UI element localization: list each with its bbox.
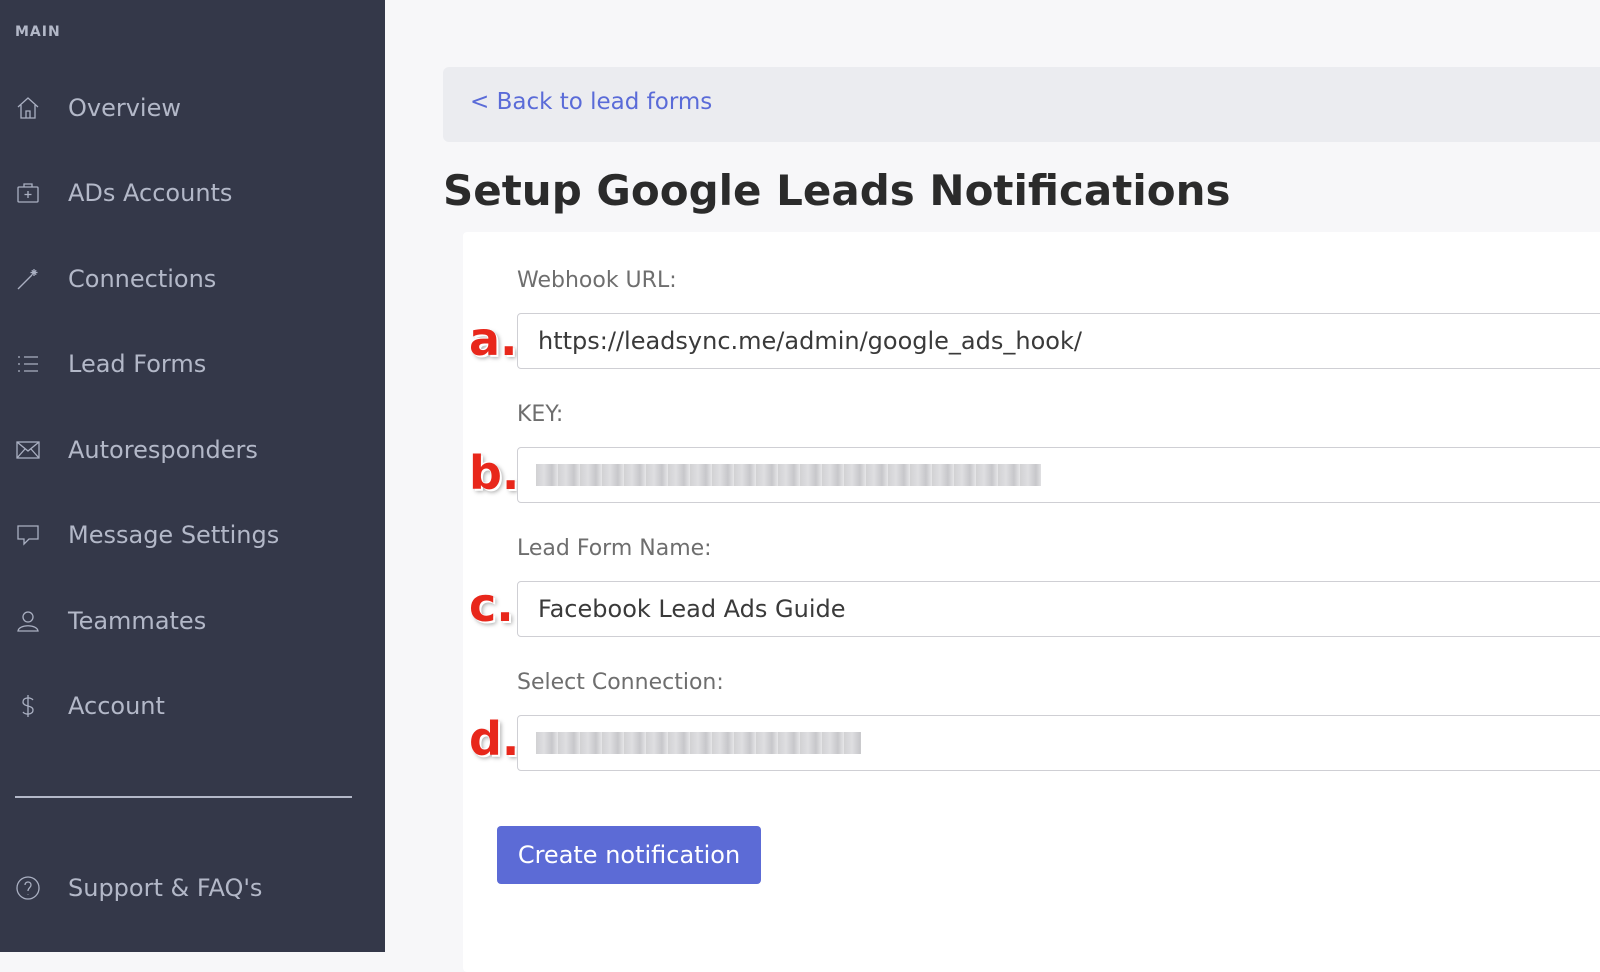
lead-form-name-label: Lead Form Name: <box>517 536 712 561</box>
sidebar-item-label: Autoresponders <box>68 436 258 464</box>
sidebar-item-message-settings[interactable]: Message Settings <box>0 505 385 565</box>
sidebar-item-teammates[interactable]: Teammates <box>0 591 385 651</box>
sidebar-item-support[interactable]: Support & FAQ's <box>0 858 385 918</box>
key-field[interactable] <box>517 447 1600 503</box>
page-title: Setup Google Leads Notifications <box>443 166 1231 215</box>
list-icon <box>13 349 43 379</box>
sidebar-item-label: Support & FAQ's <box>68 874 263 902</box>
main-content: < Back to lead forms Setup Google Leads … <box>385 0 1600 972</box>
redacted-text <box>536 732 861 754</box>
envelope-icon <box>13 435 43 465</box>
magic-wand-icon <box>13 264 43 294</box>
sidebar-item-lead-forms[interactable]: Lead Forms <box>0 334 385 394</box>
sidebar-item-autoresponders[interactable]: Autoresponders <box>0 420 385 480</box>
select-connection-label: Select Connection: <box>517 670 724 695</box>
sidebar-item-label: Overview <box>68 94 181 122</box>
sidebar-item-label: Lead Forms <box>68 350 207 378</box>
sidebar-item-label: Teammates <box>68 607 207 635</box>
create-notification-button[interactable]: Create notification <box>497 826 761 884</box>
question-circle-icon <box>13 873 43 903</box>
user-icon <box>13 606 43 636</box>
annotation-marker-b: b. <box>469 446 520 500</box>
sidebar-item-account[interactable]: Account <box>0 676 385 736</box>
sidebar-item-label: Account <box>68 692 165 720</box>
notification-form-card: Webhook URL: a. KEY: b. Lead Form Name: … <box>463 232 1600 972</box>
sidebar-item-connections[interactable]: Connections <box>0 249 385 309</box>
connection-select[interactable] <box>517 715 1600 771</box>
sidebar-item-overview[interactable]: Overview <box>0 78 385 138</box>
lead-form-name-field[interactable] <box>517 581 1600 637</box>
breadcrumb: < Back to lead forms <box>443 67 1600 142</box>
annotation-marker-c: c. <box>469 578 514 632</box>
key-label: KEY: <box>517 402 564 427</box>
dollar-icon <box>13 691 43 721</box>
sidebar-section-label: MAIN <box>15 24 61 40</box>
briefcase-icon <box>13 178 43 208</box>
annotation-marker-a: a. <box>469 312 518 366</box>
webhook-url-label: Webhook URL: <box>517 268 677 293</box>
home-icon <box>13 93 43 123</box>
sidebar-divider <box>15 796 352 798</box>
redacted-text <box>536 464 1041 486</box>
sidebar-item-label: ADs Accounts <box>68 179 233 207</box>
sidebar: MAIN Overview ADs Accounts Connections L… <box>0 0 385 952</box>
sidebar-item-label: Connections <box>68 265 217 293</box>
sidebar-item-ads-accounts[interactable]: ADs Accounts <box>0 163 385 223</box>
chat-icon <box>13 520 43 550</box>
back-to-lead-forms-link[interactable]: < Back to lead forms <box>470 89 712 115</box>
sidebar-item-label: Message Settings <box>68 521 280 549</box>
annotation-marker-d: d. <box>469 712 520 766</box>
webhook-url-field[interactable] <box>517 313 1600 369</box>
